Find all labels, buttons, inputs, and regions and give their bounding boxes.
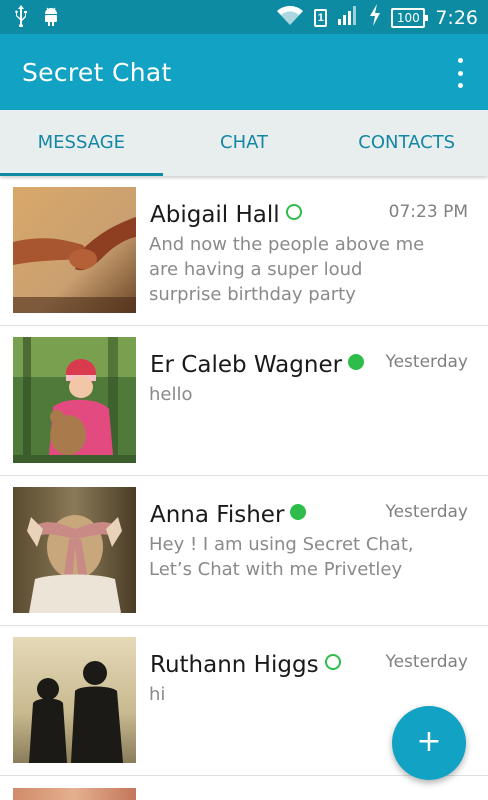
conversation-row[interactable]: Anna Fisher Yesterday Hey ! I am using S… bbox=[0, 476, 488, 626]
charging-icon bbox=[369, 4, 381, 31]
message-time: Yesterday bbox=[385, 652, 468, 672]
add-icon[interactable]: + bbox=[392, 706, 466, 780]
more-vert-icon[interactable] bbox=[452, 58, 468, 88]
message-preview: And now the people above me are having a… bbox=[149, 234, 425, 305]
conversation-list: Abigail Hall 07:23 PM And now the people… bbox=[0, 176, 488, 776]
tab-chat[interactable]: CHAT bbox=[163, 110, 326, 176]
message-preview: hi bbox=[149, 684, 166, 705]
tab-bar: MESSAGE CHAT CONTACTS bbox=[0, 110, 488, 176]
wifi-icon bbox=[276, 4, 304, 31]
tab-contacts[interactable]: CONTACTS bbox=[325, 110, 488, 176]
conversation-row[interactable]: Er Caleb Wagner Yesterday hello bbox=[0, 326, 488, 476]
usb-icon bbox=[14, 5, 28, 32]
child-with-teddy-photo bbox=[13, 337, 136, 463]
contact-name: Abigail Hall bbox=[150, 202, 302, 228]
couple-silhouette-photo bbox=[13, 637, 136, 763]
online-status-icon bbox=[290, 504, 307, 520]
holding-hands-photo bbox=[13, 187, 136, 313]
status-bar: 1 100 7:26 bbox=[0, 0, 488, 34]
partial-avatar bbox=[13, 788, 136, 800]
blindfold-girl-photo bbox=[13, 487, 136, 613]
offline-status-icon bbox=[324, 654, 341, 670]
offline-status-icon bbox=[285, 204, 302, 220]
contact-name: Ruthann Higgs bbox=[150, 652, 341, 678]
online-status-icon bbox=[348, 354, 365, 370]
contact-name: Er Caleb Wagner bbox=[150, 352, 365, 378]
message-time: Yesterday bbox=[385, 502, 468, 522]
battery-icon: 100 bbox=[391, 7, 429, 28]
message-preview: hello bbox=[149, 384, 193, 405]
message-time: Yesterday bbox=[385, 352, 468, 372]
app-bar: Secret Chat bbox=[0, 34, 488, 110]
conversation-row[interactable]: Abigail Hall 07:23 PM And now the people… bbox=[0, 176, 488, 326]
android-icon bbox=[42, 5, 60, 32]
message-preview: Hey ! I am using Secret Chat, Let’s Chat… bbox=[149, 534, 414, 580]
contact-name: Anna Fisher bbox=[150, 502, 307, 528]
clock: 7:26 bbox=[435, 6, 478, 29]
tab-message[interactable]: MESSAGE bbox=[0, 110, 163, 176]
signal-icon bbox=[337, 4, 359, 31]
app-title: Secret Chat bbox=[22, 58, 172, 87]
sim-icon: 1 bbox=[314, 8, 328, 27]
message-time: 07:23 PM bbox=[388, 202, 468, 222]
